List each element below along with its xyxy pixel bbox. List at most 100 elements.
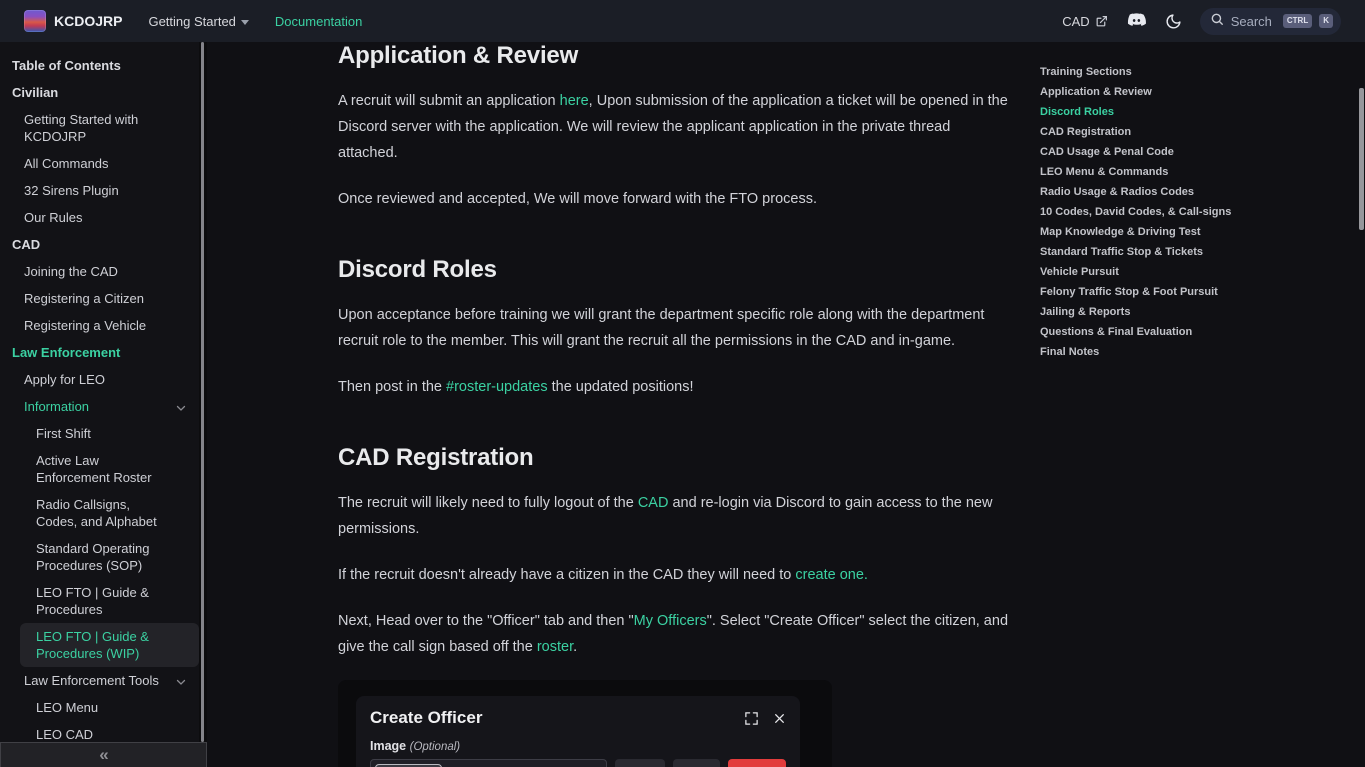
brand-home-link[interactable]: KCDOJRP xyxy=(24,10,122,32)
sidebar-item-registering-a-citizen[interactable]: Registering a Citizen xyxy=(0,285,199,312)
image-file-input[interactable]: Browse... No file selected. xyxy=(370,759,607,767)
create-officer-screenshot: Create Officer Image (Opt xyxy=(338,680,832,767)
text-run: Then post in the xyxy=(338,379,446,395)
text-run: A recruit will submit an application xyxy=(338,93,560,109)
outline-item-radio-usage-radios-codes[interactable]: Radio Usage & Radios Codes xyxy=(1040,182,1340,202)
sidebar-item-leo-menu[interactable]: LEO Menu xyxy=(0,694,199,721)
sidebar-item-joining-the-cad[interactable]: Joining the CAD xyxy=(0,258,199,285)
text-run: Upon acceptance before training we will … xyxy=(338,307,984,349)
paragraph: A recruit will submit an application her… xyxy=(338,88,1008,166)
sidebar-collapse-button[interactable]: « xyxy=(0,742,207,767)
sidebar-item-law-enforcement[interactable]: Law Enforcement xyxy=(0,339,199,366)
caret-down-icon xyxy=(241,20,249,25)
sidebar-item-getting-started-with-kcdojrp[interactable]: Getting Started with KCDOJRP xyxy=(0,106,199,150)
sidebar-item-our-rules[interactable]: Our Rules xyxy=(0,204,199,231)
sidebar-item-active-law-enforcement-roster[interactable]: Active Law Enforcement Roster xyxy=(0,447,199,491)
paragraph: Upon acceptance before training we will … xyxy=(338,302,1008,354)
outline-item-final-notes[interactable]: Final Notes xyxy=(1040,342,1340,362)
doc-content: Application & Review A recruit will submi… xyxy=(338,42,1008,767)
outline-item-application-review[interactable]: Application & Review xyxy=(1040,82,1340,102)
inline-link-roster-updates[interactable]: #roster-updates xyxy=(446,379,548,395)
sidebar-item-standard-operating-procedures-sop[interactable]: Standard Operating Procedures (SOP) xyxy=(0,535,199,579)
sidebar-item-registering-a-vehicle[interactable]: Registering a Vehicle xyxy=(0,312,199,339)
outline-item-standard-traffic-stop-tickets[interactable]: Standard Traffic Stop & Tickets xyxy=(1040,242,1340,262)
outline-item-cad-registration[interactable]: CAD Registration xyxy=(1040,122,1340,142)
section-heading: Discord Roles xyxy=(338,256,1008,284)
inline-link-create-one[interactable]: create one. xyxy=(795,567,868,583)
external-link-icon xyxy=(1095,15,1108,28)
text-run: the updated positions! xyxy=(548,379,694,395)
text-run: If the recruit doesn't already have a ci… xyxy=(338,567,795,583)
image-field-label: Image (Optional) xyxy=(370,739,786,753)
outline-item-jailing-reports[interactable]: Jailing & Reports xyxy=(1040,302,1340,322)
discord-icon[interactable] xyxy=(1126,13,1147,29)
delete-button[interactable]: Delete xyxy=(728,759,786,767)
outline-item-questions-final-evaluation[interactable]: Questions & Final Evaluation xyxy=(1040,322,1340,342)
browse-button[interactable]: Browse... xyxy=(375,764,442,767)
paragraph: Then post in the #roster-updates the upd… xyxy=(338,374,1008,400)
outline-item-felony-traffic-stop-foot-pursuit[interactable]: Felony Traffic Stop & Foot Pursuit xyxy=(1040,282,1340,302)
outline-item-map-knowledge-driving-test[interactable]: Map Knowledge & Driving Test xyxy=(1040,222,1340,242)
url-button[interactable]: URL xyxy=(673,759,720,767)
sidebar-item-table-of-contents[interactable]: Table of Contents xyxy=(0,52,199,79)
sidebar-item-leo-fto-guide-procedures[interactable]: LEO FTO | Guide & Procedures xyxy=(0,579,199,623)
sidebar-item-32-sirens-plugin[interactable]: 32 Sirens Plugin xyxy=(0,177,199,204)
inline-link-my-officers[interactable]: My Officers xyxy=(634,613,707,629)
site-logo xyxy=(24,10,46,32)
inline-link-here[interactable]: here xyxy=(560,93,589,109)
sidebar-item-radio-callsigns-codes-and-alphabet[interactable]: Radio Callsigns, Codes, and Alphabet xyxy=(0,491,199,535)
sidebar-scrollbar-thumb[interactable] xyxy=(201,42,204,742)
section-heading: Application & Review xyxy=(338,42,1008,70)
paragraph: Next, Head over to the "Officer" tab and… xyxy=(338,608,1008,660)
sidebar-item-all-commands[interactable]: All Commands xyxy=(0,150,199,177)
page-outline: Training SectionsApplication & ReviewDis… xyxy=(1040,62,1340,362)
kbd-k: K xyxy=(1319,14,1333,28)
doc-section-discord-roles: Discord Roles Upon acceptance before trai… xyxy=(338,256,1008,400)
nav-getting-started[interactable]: Getting Started xyxy=(148,14,248,29)
sidebar-item-information[interactable]: Information xyxy=(0,393,199,420)
outline-item-discord-roles[interactable]: Discord Roles xyxy=(1040,102,1340,122)
sidebar-item-cad[interactable]: CAD xyxy=(0,231,199,258)
site-title: KCDOJRP xyxy=(54,13,122,29)
text-run: The recruit will likely need to fully lo… xyxy=(338,495,638,511)
paragraph: Once reviewed and accepted, We will move… xyxy=(338,186,1008,212)
create-officer-modal: Create Officer Image (Opt xyxy=(356,696,800,767)
modal-title: Create Officer xyxy=(370,708,744,728)
expand-icon[interactable] xyxy=(744,711,759,726)
crop-button[interactable]: Crop xyxy=(615,759,665,767)
section-heading: CAD Registration xyxy=(338,444,1008,472)
page-scrollbar-thumb[interactable] xyxy=(1359,88,1364,230)
paragraph: If the recruit doesn't already have a ci… xyxy=(338,562,1008,588)
doc-section-cad-registration: CAD Registration The recruit will likely … xyxy=(338,444,1008,660)
chevron-down-icon[interactable] xyxy=(175,401,187,418)
outline-item-training-sections[interactable]: Training Sections xyxy=(1040,62,1340,82)
inline-link-cad[interactable]: CAD xyxy=(638,495,669,511)
kbd-ctrl: CTRL xyxy=(1283,14,1312,28)
sidebar-item-apply-for-leo[interactable]: Apply for LEO xyxy=(0,366,199,393)
nav-documentation[interactable]: Documentation xyxy=(275,14,362,29)
sidebar-item-law-enforcement-tools[interactable]: Law Enforcement Tools xyxy=(0,667,199,694)
search-input[interactable]: Search CTRL K xyxy=(1200,8,1341,35)
outline-item-10-codes-david-codes-call-signs[interactable]: 10 Codes, David Codes, & Call-signs xyxy=(1040,202,1340,222)
moon-theme-toggle-icon[interactable] xyxy=(1165,13,1182,30)
text-run: . xyxy=(573,639,577,655)
outline-item-cad-usage-penal-code[interactable]: CAD Usage & Penal Code xyxy=(1040,142,1340,162)
outline-item-leo-menu-commands[interactable]: LEO Menu & Commands xyxy=(1040,162,1340,182)
text-run: Next, Head over to the "Officer" tab and… xyxy=(338,613,634,629)
sidebar-item-first-shift[interactable]: First Shift xyxy=(0,420,199,447)
chevron-down-icon[interactable] xyxy=(175,675,187,692)
nav-cad-external-link[interactable]: CAD xyxy=(1062,14,1107,29)
outline-item-vehicle-pursuit[interactable]: Vehicle Pursuit xyxy=(1040,262,1340,282)
left-sidebar: Table of ContentsCivilianGetting Started… xyxy=(0,42,207,767)
collapse-chevrons-icon: « xyxy=(99,745,107,765)
sidebar-scrollbar[interactable] xyxy=(199,42,207,742)
sidebar-item-leo-fto-guide-procedures-wip[interactable]: LEO FTO | Guide & Procedures (WIP) xyxy=(20,623,199,667)
inline-link-roster[interactable]: roster xyxy=(537,639,573,655)
text-run: Once reviewed and accepted, We will move… xyxy=(338,191,817,207)
close-icon[interactable] xyxy=(773,712,786,725)
doc-section-application-review: Application & Review A recruit will submi… xyxy=(338,42,1008,212)
paragraph: The recruit will likely need to fully lo… xyxy=(338,490,1008,542)
sidebar-nav: Table of ContentsCivilianGetting Started… xyxy=(0,42,207,767)
sidebar-item-civilian[interactable]: Civilian xyxy=(0,79,199,106)
optional-hint: (Optional) xyxy=(410,741,461,753)
